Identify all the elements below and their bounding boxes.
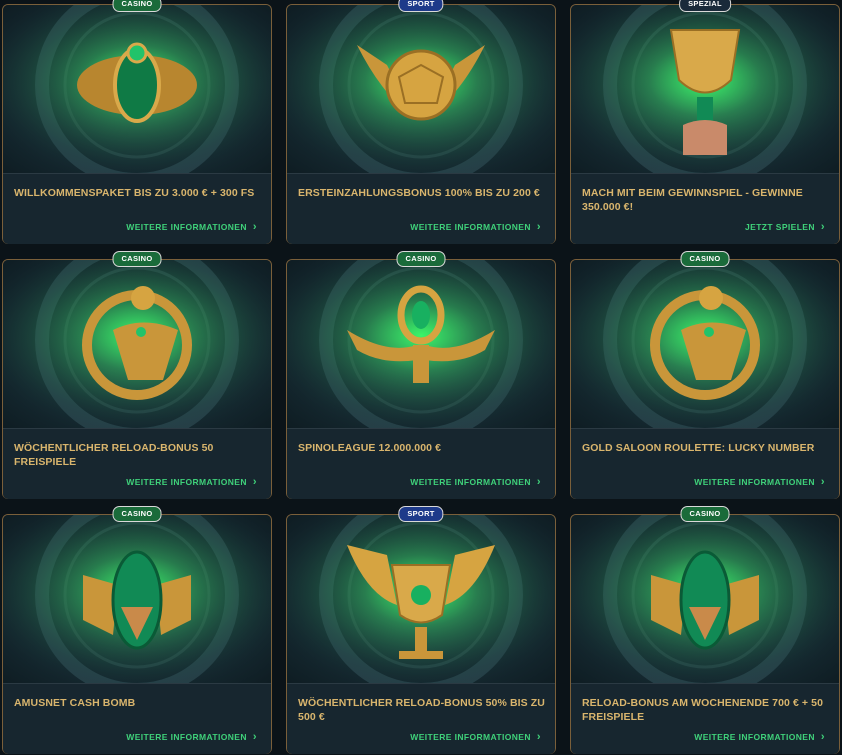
promotions-grid: CASINO WILLKOMMENSPAKET BIS ZU 3.000 € +… [0, 0, 842, 755]
winged-ball-icon [287, 5, 555, 173]
promo-link-label: WEITERE INFORMATIONEN [694, 732, 815, 742]
promo-title: ERSTEINZAHLUNGSBONUS 100% BIS ZU 200 € [298, 187, 540, 199]
promo-card-body: SPINOLEAGUE 12.000.000 € WEITERE INFORMA… [287, 428, 555, 499]
category-badge: CASINO [112, 251, 162, 267]
promo-link[interactable]: JETZT SPIELEN › [745, 221, 825, 233]
promo-card[interactable]: CASINO WILLKOMMENSPAKET BIS ZU 3.000 € +… [2, 0, 272, 244]
promo-link[interactable]: WEITERE INFORMATIONEN › [410, 221, 541, 233]
promo-link[interactable]: WEITERE INFORMATIONEN › [694, 731, 825, 743]
chevron-right-icon: › [252, 476, 257, 488]
promo-link-label: WEITERE INFORMATIONEN [126, 732, 247, 742]
promo-title: WÖCHENTLICHER RELOAD-BONUS 50 FREISPIELE [14, 442, 214, 468]
promo-title: RELOAD-BONUS AM WOCHENENDE 700 € + 50 FR… [582, 697, 824, 723]
promo-card[interactable]: SPORT WÖCHENTLICHER RELOAD-BONUS 50% BIS… [286, 506, 556, 754]
category-badge: SPORT [398, 506, 444, 522]
promo-link[interactable]: WEITERE INFORMATIONEN › [410, 731, 541, 743]
promo-artwork[interactable] [287, 5, 555, 173]
promo-artwork[interactable] [571, 5, 839, 173]
promo-card[interactable]: SPORT ERSTEINZAHLUNGSBONUS 100% BIS ZU 2… [286, 0, 556, 244]
promo-card-body: GOLD SALOON ROULETTE: LUCKY NUMBER WEITE… [571, 428, 839, 499]
serpent-jackal-icon [571, 515, 839, 683]
promo-link[interactable]: WEITERE INFORMATIONEN › [126, 221, 257, 233]
promo-link-label: WEITERE INFORMATIONEN [410, 222, 531, 232]
promo-card[interactable]: SPEZIAL MACH MIT BEIM GEWINNSPIEL - GEWI… [570, 0, 840, 244]
category-badge: CASINO [680, 251, 730, 267]
chevron-right-icon: › [536, 221, 541, 233]
promo-title: AMUSNET CASH BOMB [14, 697, 136, 709]
promo-link-label: WEITERE INFORMATIONEN [126, 477, 247, 487]
promo-card-body: AMUSNET CASH BOMB WEITERE INFORMATIONEN … [3, 683, 271, 754]
scarab-icon [3, 5, 271, 173]
category-badge: CASINO [396, 251, 446, 267]
winged-ankh-icon [287, 260, 555, 428]
category-badge: SPORT [398, 0, 444, 12]
chevron-right-icon: › [536, 476, 541, 488]
promo-card-body: WÖCHENTLICHER RELOAD-BONUS 50 FREISPIELE… [3, 428, 271, 499]
promo-artwork[interactable] [3, 515, 271, 683]
promo-title: GOLD SALOON ROULETTE: LUCKY NUMBER [582, 442, 815, 454]
promo-artwork[interactable] [3, 5, 271, 173]
promo-link-label: WEITERE INFORMATIONEN [126, 222, 247, 232]
promo-link[interactable]: WEITERE INFORMATIONEN › [694, 476, 825, 488]
category-badge: SPEZIAL [679, 0, 731, 12]
promo-link-label: WEITERE INFORMATIONEN [410, 732, 531, 742]
promo-artwork[interactable] [287, 515, 555, 683]
promo-card-body: WILLKOMMENSPAKET BIS ZU 3.000 € + 300 FS… [3, 173, 271, 244]
promo-card[interactable]: CASINO SPINOLEAGUE 12.000.000 € WEITERE … [286, 251, 556, 499]
horus-falcon-icon [3, 260, 271, 428]
promo-card[interactable]: CASINO AMUSNET CASH BOMB WEITERE INFORMA… [2, 506, 272, 754]
promo-card-body: ERSTEINZAHLUNGSBONUS 100% BIS ZU 200 € W… [287, 173, 555, 244]
promo-link-label: WEITERE INFORMATIONEN [694, 477, 815, 487]
category-badge: CASINO [680, 506, 730, 522]
promo-card[interactable]: CASINO WÖCHENTLICHER RELOAD-BONUS 50 FRE… [2, 251, 272, 499]
promo-title: MACH MIT BEIM GEWINNSPIEL - GEWINNE 350.… [582, 187, 803, 213]
promo-artwork[interactable] [571, 260, 839, 428]
chevron-right-icon: › [820, 221, 825, 233]
promo-link[interactable]: WEITERE INFORMATIONEN › [126, 476, 257, 488]
promo-card-body: MACH MIT BEIM GEWINNSPIEL - GEWINNE 350.… [571, 173, 839, 244]
trophy-cup-icon [571, 5, 839, 173]
promo-card[interactable]: CASINO GOLD SALOON ROULETTE: LUCKY NUMBE… [570, 251, 840, 499]
promo-title: WÖCHENTLICHER RELOAD-BONUS 50% BIS ZU 50… [298, 697, 545, 723]
promo-link[interactable]: WEITERE INFORMATIONEN › [126, 731, 257, 743]
promo-artwork[interactable] [571, 515, 839, 683]
promo-card-body: RELOAD-BONUS AM WOCHENENDE 700 € + 50 FR… [571, 683, 839, 754]
category-badge: CASINO [112, 0, 162, 12]
chevron-right-icon: › [252, 731, 257, 743]
serpent-jackal-icon [3, 515, 271, 683]
chevron-right-icon: › [252, 221, 257, 233]
promo-title: WILLKOMMENSPAKET BIS ZU 3.000 € + 300 FS [14, 187, 255, 199]
promo-link-label: WEITERE INFORMATIONEN [410, 477, 531, 487]
promo-link-label: JETZT SPIELEN [745, 222, 815, 232]
promo-card-body: WÖCHENTLICHER RELOAD-BONUS 50% BIS ZU 50… [287, 683, 555, 754]
promo-card[interactable]: CASINO RELOAD-BONUS AM WOCHENENDE 700 € … [570, 506, 840, 754]
promo-artwork[interactable] [3, 260, 271, 428]
chevron-right-icon: › [536, 731, 541, 743]
category-badge: CASINO [112, 506, 162, 522]
promo-link[interactable]: WEITERE INFORMATIONEN › [410, 476, 541, 488]
promo-title: SPINOLEAGUE 12.000.000 € [298, 442, 442, 454]
winged-chalice-icon [287, 515, 555, 683]
promo-artwork[interactable] [287, 260, 555, 428]
chevron-right-icon: › [820, 731, 825, 743]
horus-falcon-icon [571, 260, 839, 428]
chevron-right-icon: › [820, 476, 825, 488]
